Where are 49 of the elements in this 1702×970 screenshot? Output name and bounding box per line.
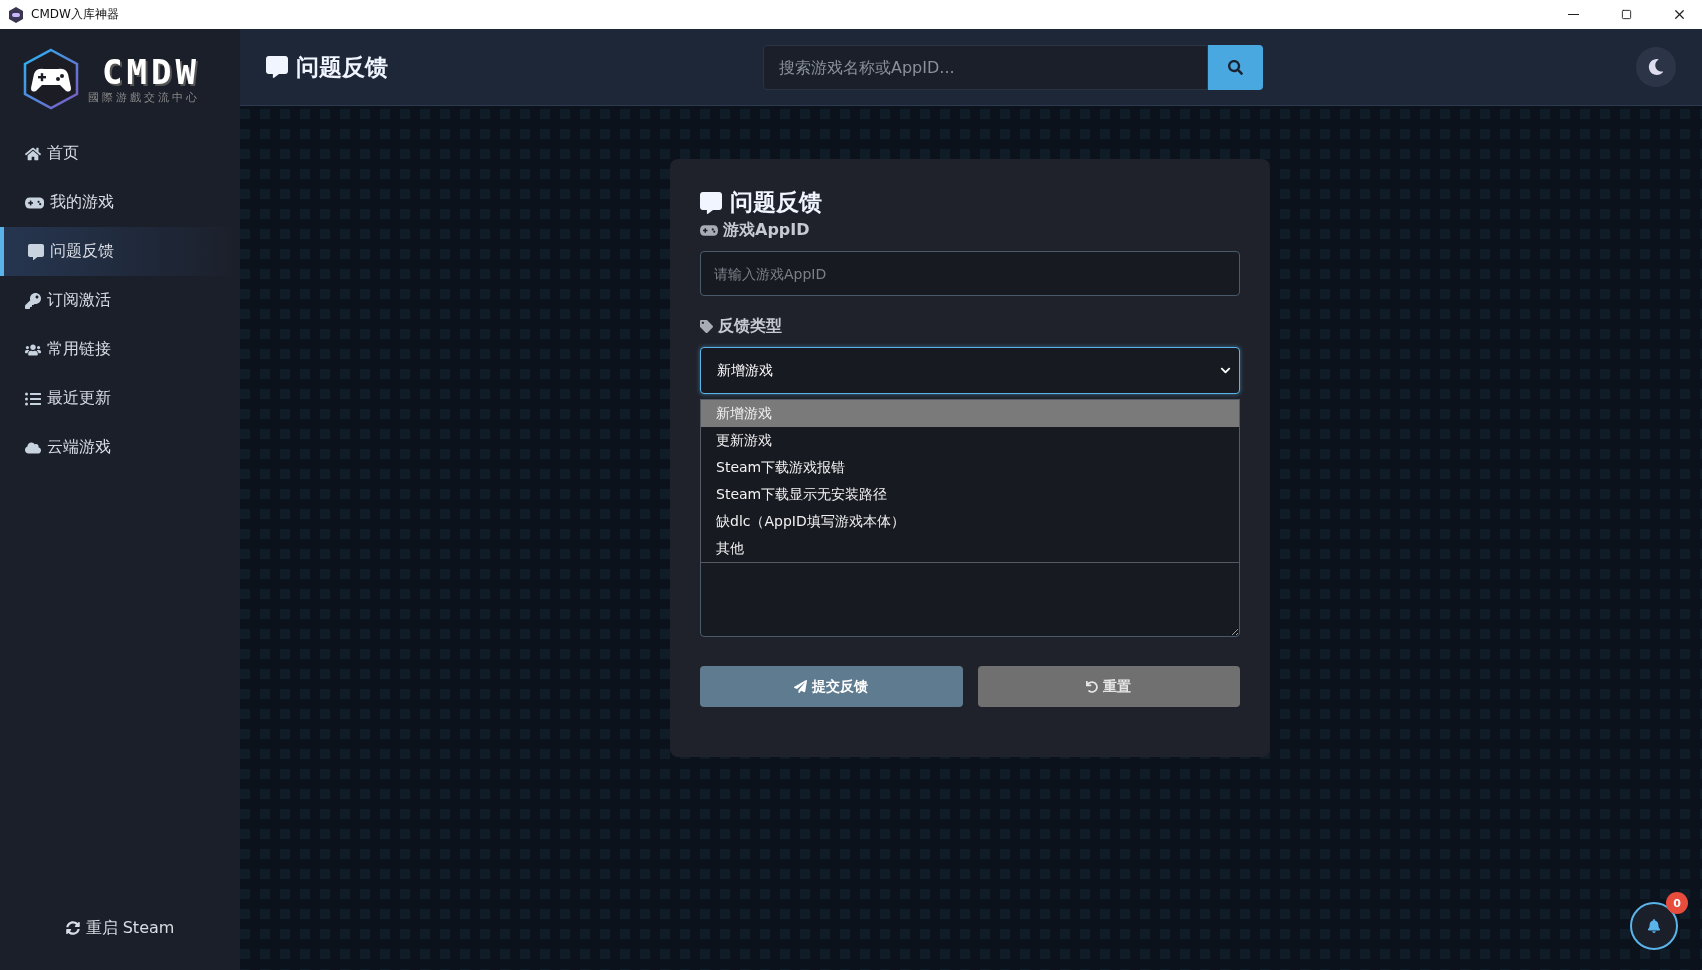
window-title: CMDW入库神器 xyxy=(31,6,120,23)
undo-icon xyxy=(1086,680,1099,693)
paper-plane-icon xyxy=(794,680,808,693)
nav-item[interactable]: 订阅激活 xyxy=(0,276,240,325)
logo-tagline: 國際游戲交流中心 xyxy=(88,89,200,105)
gamepad-logo-icon xyxy=(22,48,80,110)
gamepad-icon xyxy=(700,223,718,238)
logo-wordmark: CMDW xyxy=(102,53,200,90)
restart-steam-button[interactable]: 重启 Steam xyxy=(0,898,240,958)
comment-icon xyxy=(266,56,288,78)
field-label: 反馈类型 xyxy=(718,316,782,337)
nav-item[interactable]: 最近更新 xyxy=(0,374,240,423)
search-field[interactable]: 搜索游戏名称或AppID... xyxy=(763,44,1208,90)
submit-button[interactable]: 提交反馈 xyxy=(700,666,963,707)
field-label: 游戏AppID xyxy=(723,220,810,241)
dropdown-option[interactable]: 其他 xyxy=(701,535,1239,562)
moon-icon xyxy=(1648,59,1664,75)
page-title: 问题反馈 xyxy=(296,52,388,82)
nav-item[interactable]: 云端游戏 xyxy=(0,423,240,472)
card-title: 问题反馈 xyxy=(730,188,822,217)
nav-icon xyxy=(25,390,41,407)
appid-field[interactable]: 请输入游戏AppID xyxy=(700,251,1240,296)
nav-icon xyxy=(25,145,41,162)
dropdown-option[interactable]: Steam下载游戏报错 xyxy=(701,454,1239,481)
dropdown-option[interactable]: 更新游戏 xyxy=(701,427,1239,454)
nav-item[interactable]: 常用链接 xyxy=(0,325,240,374)
nav-icon xyxy=(25,292,41,309)
search-icon xyxy=(1228,59,1243,75)
maximize-icon xyxy=(1620,9,1632,20)
app-icon xyxy=(8,6,24,23)
comment-icon xyxy=(700,191,722,214)
dropdown-option[interactable]: Steam下载显示无安装路径 xyxy=(701,481,1239,508)
nav-icon xyxy=(28,243,44,260)
nav-item[interactable]: 首页 xyxy=(0,129,240,178)
nav-icon xyxy=(25,439,41,456)
nav-item[interactable]: 我的游戏 xyxy=(0,178,240,227)
chevron-down-icon xyxy=(1220,365,1231,376)
search-button[interactable] xyxy=(1208,44,1263,90)
tag-icon xyxy=(700,320,713,333)
dropdown-option[interactable]: 新增游戏 xyxy=(701,400,1239,427)
minimize-icon xyxy=(1567,14,1579,15)
notification-count: 0 xyxy=(1666,892,1688,914)
bell-icon xyxy=(1647,919,1661,933)
refresh-icon xyxy=(65,921,80,935)
dropdown-option[interactable]: 缺dlc（AppID填写游戏本体） xyxy=(701,508,1239,535)
theme-toggle-button[interactable] xyxy=(1636,47,1676,87)
reset-button[interactable]: 重置 xyxy=(977,666,1240,707)
type-select[interactable]: 新增游戏 xyxy=(700,347,1240,394)
gamepad-icon xyxy=(25,194,45,211)
